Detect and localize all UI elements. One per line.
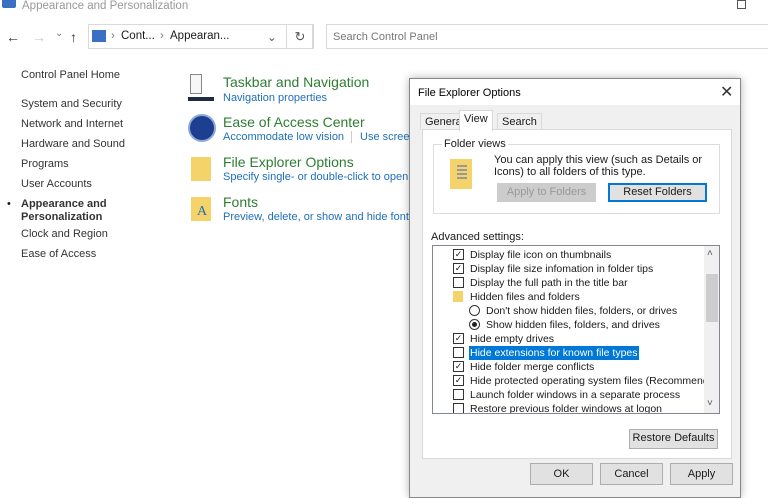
search-input[interactable]: Search Control Panel [326, 24, 768, 49]
advanced-settings-list[interactable]: ✓ Display file icon on thumbnails ✓ Displa… [432, 245, 720, 414]
checkbox[interactable]: ✓ [453, 249, 464, 260]
breadcrumb-control-panel[interactable]: Cont... [121, 30, 155, 42]
category-ease-title[interactable]: Ease of Access Center [223, 114, 365, 130]
sidebar-item-user-accounts[interactable]: User Accounts [21, 178, 92, 190]
advanced-settings-label: Advanced settings: [431, 231, 524, 243]
up-button[interactable]: ↑ [70, 29, 77, 45]
link-single-double-click[interactable]: Specify single- or double-click to open [223, 171, 408, 183]
tab-search[interactable]: Search [497, 113, 542, 130]
file-explorer-options-dialog: File Explorer Options ✕ General View Sea… [409, 78, 741, 498]
dialog-title: File Explorer Options [418, 87, 521, 99]
category-fonts-title[interactable]: Fonts [223, 194, 258, 210]
forward-button[interactable]: → [32, 29, 46, 45]
refresh-button[interactable]: ↻ [286, 24, 314, 49]
checkbox[interactable]: ✓ [453, 361, 464, 372]
apply-button[interactable]: Apply [670, 463, 733, 485]
taskbar-icon [188, 74, 214, 102]
sidebar-control-panel-home[interactable]: Control Panel Home [21, 69, 120, 81]
recent-locations-button[interactable]: ⌄ [55, 28, 63, 39]
link-navigation-properties[interactable]: Navigation properties [223, 92, 327, 104]
ease-of-access-icon [188, 114, 216, 142]
scroll-down-button[interactable]: ˅ [707, 398, 713, 409]
checkbox[interactable] [453, 277, 464, 288]
sidebar-item-clock-region[interactable]: Clock and Region [21, 228, 108, 240]
folder-views-description: You can apply this view (such as Details… [494, 154, 703, 178]
scrollbar[interactable]: ˄ ˅ [704, 246, 719, 413]
checkbox[interactable] [453, 347, 464, 358]
close-button[interactable]: ✕ [720, 82, 733, 102]
radio-button[interactable] [469, 305, 480, 316]
radio-button[interactable] [469, 319, 480, 330]
checkbox[interactable] [453, 403, 464, 413]
ok-button[interactable]: OK [530, 463, 593, 485]
window-title: Appearance and Personalization [22, 0, 189, 12]
divider [351, 131, 352, 143]
sidebar-item-appearance[interactable]: Appearance and Personalization [21, 198, 121, 224]
active-bullet: • [7, 198, 11, 210]
link-use-screen[interactable]: Use screen [360, 131, 416, 143]
control-panel-icon [92, 30, 106, 42]
scrollbar-thumb[interactable] [706, 274, 718, 322]
sidebar-item-ease-of-access[interactable]: Ease of Access [21, 248, 96, 260]
control-panel-icon [2, 0, 16, 8]
scroll-up-button[interactable]: ˄ [707, 248, 713, 259]
checkbox[interactable]: ✓ [453, 333, 464, 344]
address-bar[interactable]: › Cont... › Appearan... ⌄ [88, 24, 313, 49]
checkbox[interactable]: ✓ [453, 263, 464, 274]
checkbox[interactable]: ✓ [453, 375, 464, 386]
back-button[interactable]: ← [6, 29, 20, 45]
reset-folders-button[interactable]: Reset Folders [608, 183, 707, 202]
checkbox[interactable] [453, 389, 464, 400]
cancel-button[interactable]: Cancel [600, 463, 663, 485]
folder-options-icon [191, 157, 211, 181]
sidebar-item-system-security[interactable]: System and Security [21, 98, 122, 110]
link-accommodate-low-vision[interactable]: Accommodate low vision [223, 131, 344, 143]
category-file-explorer-title[interactable]: File Explorer Options [223, 154, 354, 170]
folder-views-group: Folder views You can apply this view (su… [433, 138, 720, 214]
apply-to-folders-button[interactable]: Apply to Folders [497, 183, 596, 202]
sidebar-item-hardware[interactable]: Hardware and Sound [21, 138, 125, 150]
fonts-icon: A [191, 197, 211, 221]
maximize-button[interactable] [737, 0, 746, 9]
restore-defaults-button[interactable]: Restore Defaults [629, 429, 718, 449]
tab-view[interactable]: View [459, 110, 493, 131]
link-fonts-preview[interactable]: Preview, delete, or show and hide fonts [223, 211, 414, 223]
folder-icon [450, 159, 472, 189]
sidebar-item-network[interactable]: Network and Internet [21, 118, 123, 130]
folder-icon [453, 291, 463, 302]
chevron-down-icon[interactable]: ⌄ [267, 30, 277, 44]
breadcrumb-appearance[interactable]: Appearan... [170, 30, 229, 42]
view-tab-panel: Folder views You can apply this view (su… [422, 129, 732, 459]
sidebar-item-programs[interactable]: Programs [21, 158, 69, 170]
folder-views-label: Folder views [442, 138, 508, 150]
category-taskbar-title[interactable]: Taskbar and Navigation [223, 74, 369, 90]
